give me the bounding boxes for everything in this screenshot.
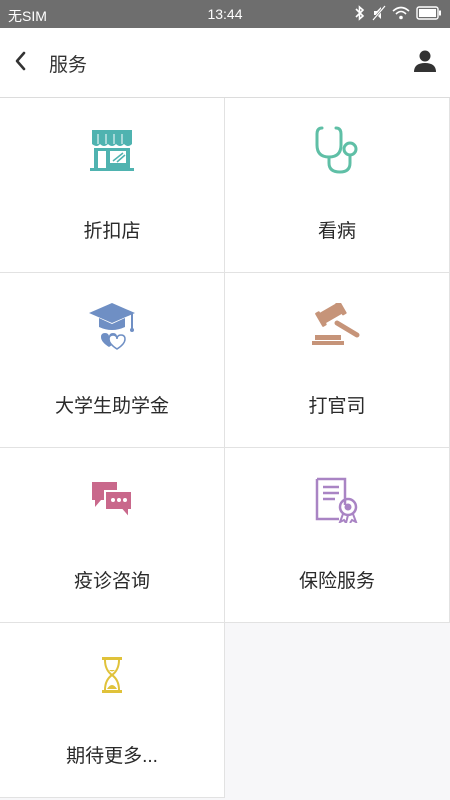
service-label: 打官司 [308,396,366,417]
user-icon [413,49,437,78]
services-grid: 折扣店 看病 大学生助学金 打官司 疫诊咨询 保险服务 期待更多... [0,98,450,800]
wifi-icon [392,6,410,20]
mute-icon [372,5,386,21]
service-label: 大学生助学金 [54,396,169,417]
back-button[interactable] [6,48,34,78]
service-tile-more[interactable]: 期待更多... [0,623,225,798]
service-tile-insurance[interactable]: 保险服务 [225,448,450,623]
service-tile-lawsuit[interactable]: 打官司 [225,273,450,448]
service-label: 保险服务 [298,571,375,592]
gavel-icon [225,301,449,349]
service-tile-student-grant[interactable]: 大学生助学金 [0,273,225,448]
profile-button[interactable] [410,48,440,78]
service-label: 期待更多... [66,746,158,767]
store-icon [0,126,224,174]
service-tile-consultation[interactable]: 疫诊咨询 [0,448,225,623]
page-title: 服务 [49,55,88,76]
status-icons [354,5,442,21]
service-label: 折扣店 [83,221,141,242]
service-label: 看病 [317,221,356,242]
graduation-cap-icon [0,301,224,350]
app-header: 服务 [0,28,450,98]
service-tile-discount-store[interactable]: 折扣店 [0,98,225,273]
chat-bubbles-icon [0,476,224,524]
hourglass-icon [0,651,224,699]
service-label: 疫诊咨询 [73,571,150,592]
bluetooth-icon [354,5,366,21]
battery-icon [416,6,442,20]
status-bar: 无SIM 13:44 [0,0,450,28]
certificate-icon [225,476,449,524]
service-tile-see-doctor[interactable]: 看病 [225,98,450,273]
stethoscope-icon [225,126,449,174]
chevron-left-icon [13,50,27,77]
